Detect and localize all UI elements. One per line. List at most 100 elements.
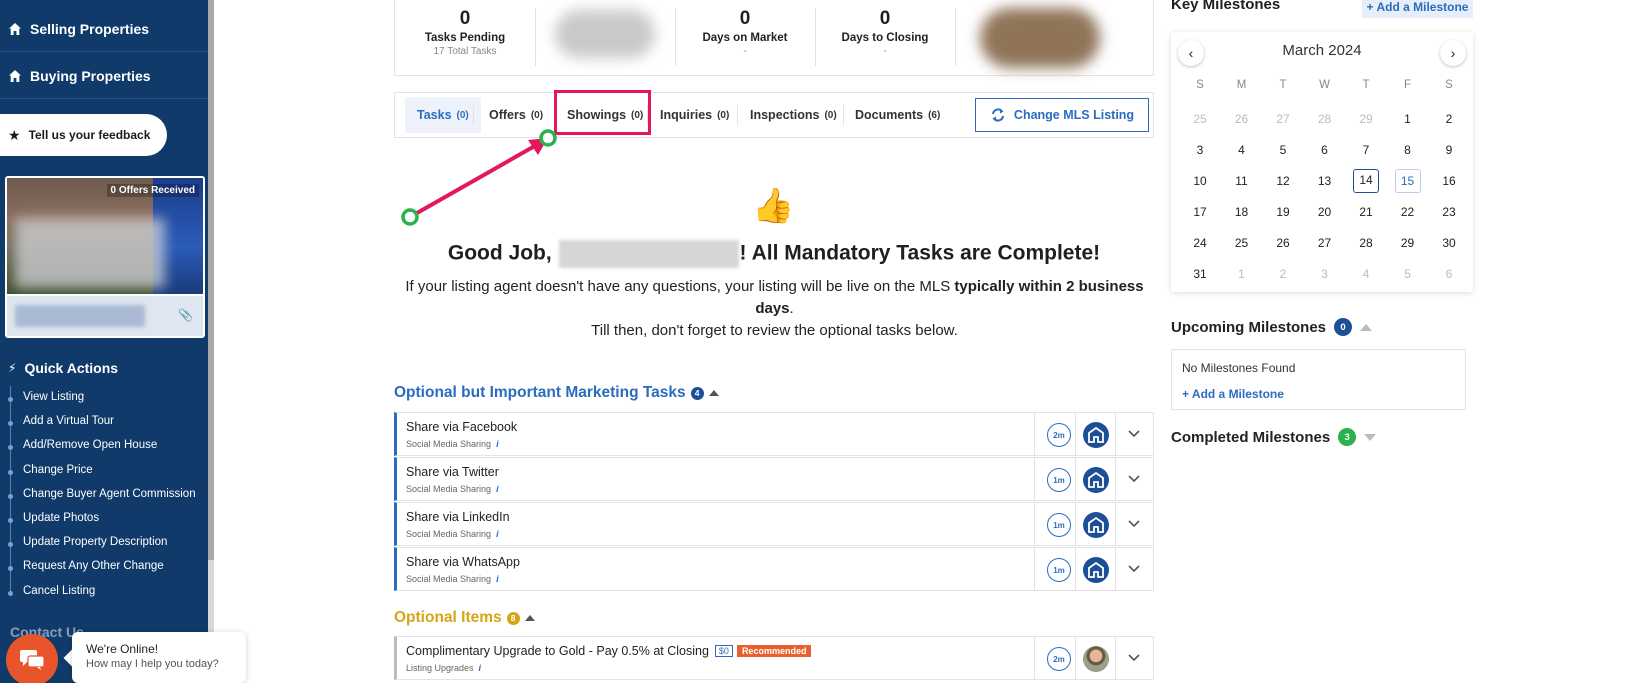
chevron-down-icon[interactable] [1127,650,1141,664]
task-row[interactable]: Share via LinkedIn Social Media Sharing i 1… [394,502,1154,546]
calendar-month-title: March 2024 [1282,42,1362,59]
quick-action-item[interactable]: Add/Remove Open House [23,439,157,451]
calendar-day[interactable]: 28 [1353,231,1379,255]
task-title: Share via WhatsApp [406,555,520,569]
add-milestone-link[interactable]: + Add a Milestone [1182,387,1284,401]
caret-up-icon[interactable] [708,390,719,396]
caret-up-icon[interactable] [524,615,535,621]
info-icon[interactable]: i [496,484,499,494]
change-mls-listing-button[interactable]: Change MLS Listing [975,98,1149,132]
calendar-day[interactable]: 14 [1353,169,1379,193]
quick-action-item[interactable]: Cancel Listing [23,585,95,597]
calendar-day[interactable]: 29 [1395,231,1421,255]
calendar-day[interactable]: 7 [1353,138,1379,162]
feedback-button[interactable]: ★ Tell us your feedback [0,114,167,156]
calendar-day[interactable]: 27 [1312,231,1338,255]
quick-action-item[interactable]: Request Any Other Change [23,560,164,572]
quick-action-item[interactable]: View Listing [23,391,84,403]
calendar-day[interactable]: 15 [1394,169,1421,193]
task-row[interactable]: Share via Twitter Social Media Sharing i 1m [394,457,1154,501]
caret-up-icon[interactable] [1360,323,1373,331]
sidebar-item-buying[interactable]: Buying Properties [0,53,208,99]
calendar-day[interactable]: 16 [1436,169,1462,193]
sidebar-item-label: Selling Properties [30,20,150,37]
chevron-down-icon[interactable] [1127,471,1141,485]
calendar-day[interactable]: 9 [1436,138,1462,162]
count-badge: 3 [1338,428,1357,446]
task-row[interactable]: Complimentary Upgrade to Gold - Pay 0.5%… [394,636,1154,680]
calendar-day[interactable]: 20 [1312,200,1338,224]
calendar-day[interactable]: 13 [1312,169,1338,193]
calendar-day[interactable]: 8 [1395,138,1421,162]
calendar-day[interactable]: 6 [1312,138,1338,162]
time-estimate-icon: 1m [1047,513,1071,537]
info-icon[interactable]: i [496,439,499,449]
optional-items-header[interactable]: Optional Items 8 [394,609,535,627]
chevron-right-icon[interactable]: › [1440,40,1466,66]
quick-action-item[interactable]: Update Photos [23,512,99,524]
add-milestone-button[interactable]: + Add a Milestone [1362,0,1473,18]
completed-milestones-header[interactable]: Completed Milestones 3 [1171,428,1377,446]
calendar-day[interactable]: 4 [1353,262,1379,286]
calendar-day[interactable]: 30 [1436,231,1462,255]
task-title: Share via LinkedIn [406,510,510,524]
caret-down-icon[interactable] [1364,433,1377,441]
chat-button[interactable] [6,634,58,683]
tab-offers[interactable]: Offers (0) [489,97,543,133]
sidebar-item-selling[interactable]: Selling Properties [0,6,208,52]
calendar-day[interactable]: 5 [1395,262,1421,286]
calendar-day[interactable]: 10 [1187,169,1213,193]
chat-icon [20,650,45,670]
calendar-day[interactable]: 2 [1436,107,1462,131]
upcoming-milestones-header[interactable]: Upcoming Milestones 0 [1171,318,1373,336]
calendar-day[interactable]: 1 [1395,107,1421,131]
calendar-day[interactable]: 25 [1229,231,1255,255]
tab-inquiries[interactable]: Inquiries (0) [660,97,729,133]
task-row[interactable]: Share via WhatsApp Social Media Sharing i 1… [394,547,1154,591]
calendar-day[interactable]: 2 [1270,262,1296,286]
quick-action-item[interactable]: Update Property Description [23,536,167,548]
marketing-tasks-header[interactable]: Optional but Important Marketing Tasks 4 [394,384,719,402]
calendar-day[interactable]: 25 [1187,107,1213,131]
chevron-down-icon[interactable] [1127,516,1141,530]
task-row[interactable]: Share via Facebook Social Media Sharing i 2… [394,412,1154,456]
quick-action-item[interactable]: Add a Virtual Tour [23,415,114,427]
calendar-day[interactable]: 18 [1229,200,1255,224]
calendar-day[interactable]: 26 [1229,107,1255,131]
calendar-day[interactable]: 4 [1229,138,1255,162]
info-icon[interactable]: i [496,574,499,584]
quick-action-item[interactable]: Change Buyer Agent Commission [23,488,196,500]
calendar-day[interactable]: 23 [1436,200,1462,224]
property-card[interactable]: 0 Offers Received 📎 [5,176,205,338]
calendar-day[interactable]: 22 [1395,200,1421,224]
calendar-day[interactable]: 12 [1270,169,1296,193]
chevron-down-icon[interactable] [1127,561,1141,575]
calendar-day[interactable]: 27 [1270,107,1296,131]
calendar-day[interactable]: 17 [1187,200,1213,224]
tab-inspections[interactable]: Inspections (0) [750,97,837,133]
calendar-day[interactable]: 28 [1312,107,1338,131]
calendar-day[interactable]: 11 [1229,169,1255,193]
calendar-day[interactable]: 19 [1270,200,1296,224]
calendar-day[interactable]: 3 [1187,138,1213,162]
calendar-day[interactable]: 31 [1187,262,1213,286]
chat-greeting[interactable]: We're Online! How may I help you today? [72,632,246,683]
paperclip-icon[interactable]: 📎 [178,308,193,322]
calendar-day[interactable]: 1 [1229,262,1255,286]
calendar-day[interactable]: 26 [1270,231,1296,255]
info-icon[interactable]: i [496,529,499,539]
blurred-address [15,305,145,327]
info-icon[interactable]: i [479,663,482,673]
calendar-day[interactable]: 5 [1270,138,1296,162]
calendar-day[interactable]: 3 [1312,262,1338,286]
chevron-down-icon[interactable] [1127,426,1141,440]
calendar-day[interactable]: 6 [1436,262,1462,286]
calendar-day[interactable]: 29 [1353,107,1379,131]
calendar-day[interactable]: 21 [1353,200,1379,224]
tab-tasks[interactable]: Tasks (0) [405,97,481,133]
quick-action-item[interactable]: Change Price [23,464,93,476]
bullet-dot [8,518,13,523]
sidebar-scrollbar-thumb[interactable] [208,0,214,560]
calendar-day[interactable]: 24 [1187,231,1213,255]
tab-documents[interactable]: Documents (6) [855,97,940,133]
